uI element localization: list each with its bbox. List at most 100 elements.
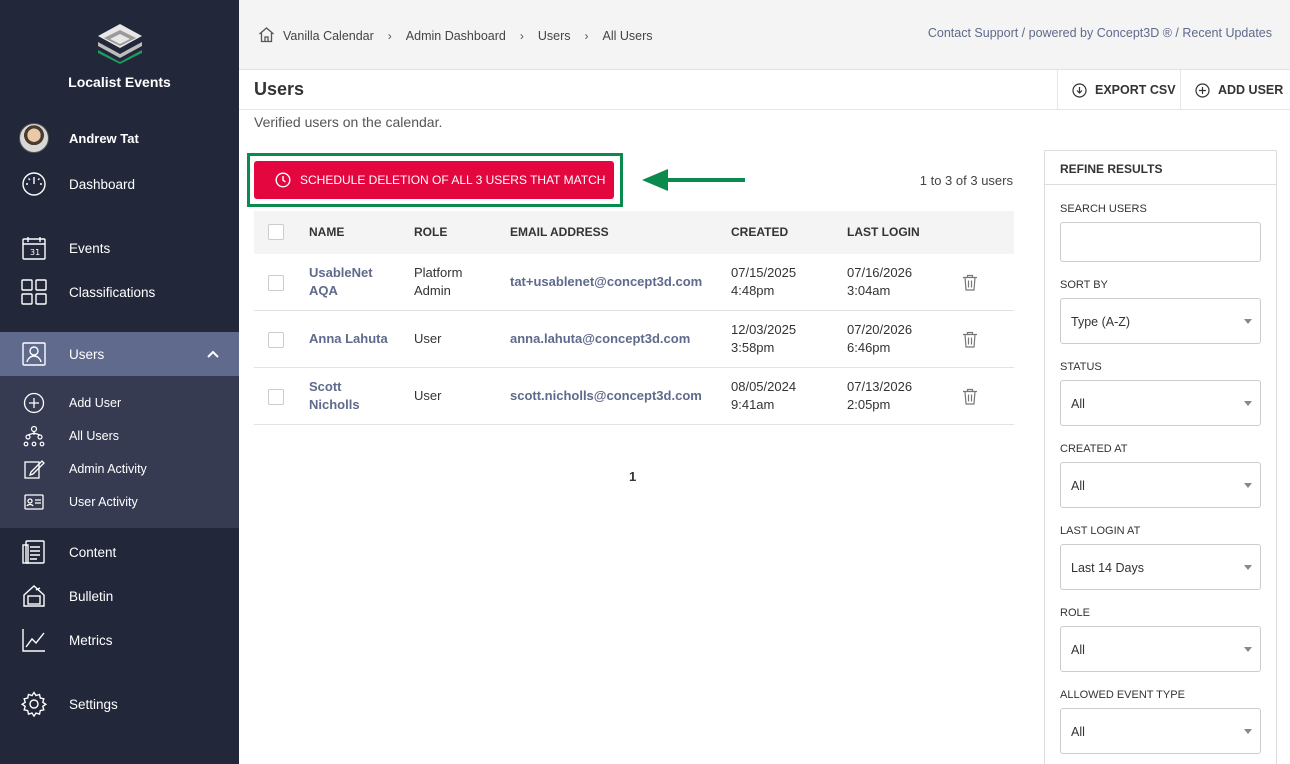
add-user-label: ADD USER [1218,83,1284,97]
sidebar-item-label: Users [69,346,105,362]
subnav-item-user-activity[interactable]: User Activity [0,485,239,518]
brand-name: Localist Events [68,74,171,90]
dropdown-caret-icon [1244,647,1252,652]
page-subtitle: Verified users on the calendar. [254,114,443,130]
sidebar-item-dashboard[interactable]: Dashboard [0,162,239,206]
user-role: Platform Admin [414,264,462,300]
schedule-deletion-label: SCHEDULE DELETION OF ALL 3 USERS THAT MA… [300,173,606,187]
last-login-date: 07/16/2026 3:04am [847,264,912,300]
created-date: 07/15/2025 4:48pm [731,264,796,300]
created-at-label: CREATED AT [1060,443,1128,455]
last-login-date: 07/13/2026 2:05pm [847,378,912,414]
schedule-deletion-button[interactable]: SCHEDULE DELETION OF ALL 3 USERS THAT MA… [254,161,614,199]
row-checkbox[interactable] [268,275,284,291]
user-name: Andrew Tat [69,130,139,146]
column-header-created[interactable]: CREATED [731,225,788,239]
column-header-last-login[interactable]: LAST LOGIN [847,225,920,239]
sidebar: Localist Events Andrew Tat Dashboard 31 … [0,0,239,764]
select-all-checkbox[interactable] [268,224,284,240]
bulletin-icon [21,583,47,609]
sidebar-item-users[interactable]: Users [0,332,239,376]
sidebar-item-label: Events [69,240,111,256]
column-header-name[interactable]: NAME [309,225,344,239]
row-checkbox[interactable] [268,389,284,405]
last-login-date-line: 07/20/2026 [847,322,913,337]
dropdown-caret-icon [1244,565,1252,570]
edit-icon [23,458,45,480]
created-time-line: 3:58pm [731,340,775,355]
created-date: 12/03/2025 3:58pm [731,321,796,357]
sort-by-select[interactable]: Type (A-Z) [1060,298,1261,344]
user-name-line: AQA [309,283,338,298]
arrow-left-icon [642,169,745,191]
column-header-email[interactable]: EMAIL ADDRESS [510,225,609,239]
trash-icon[interactable] [962,274,978,294]
table-row: UsableNet AQA Platform Admin tat+usablen… [254,254,1014,311]
top-bar: Vanilla Calendar › Admin Dashboard › Use… [239,0,1290,70]
sidebar-item-classifications[interactable]: Classifications [0,270,239,314]
user-name-line: Nicholls [309,397,360,412]
avatar [19,123,49,153]
created-date: 08/05/2024 9:41am [731,378,796,414]
breadcrumb-separator: › [519,29,524,43]
clock-icon [275,172,291,188]
user-name-link[interactable]: Scott Nicholls [309,378,360,414]
sidebar-item-metrics[interactable]: Metrics [0,618,239,662]
allowed-event-type-select[interactable]: All [1060,708,1261,754]
breadcrumb-item[interactable]: Admin Dashboard [406,29,506,43]
sidebar-item-bulletin[interactable]: Bulletin [0,574,239,618]
last-login-date-line: 07/16/2026 [847,265,913,280]
last-login-time-line: 2:05pm [847,397,891,412]
export-csv-button[interactable]: EXPORT CSV [1057,70,1180,110]
dropdown-caret-icon [1244,483,1252,488]
users-table: NAME ROLE EMAIL ADDRESS CREATED LAST LOG… [254,211,1014,425]
calendar-icon: 31 [21,235,47,261]
role-label: ROLE [1060,607,1090,619]
user-name-link[interactable]: Anna Lahuta [309,330,388,348]
last-login-at-value: Last 14 Days [1071,561,1144,575]
trash-icon[interactable] [962,388,978,408]
add-user-button[interactable]: ADD USER [1180,70,1290,110]
search-users-input[interactable] [1060,222,1261,262]
sidebar-item-content[interactable]: Content [0,530,239,574]
sidebar-item-events[interactable]: 31 Events [0,226,239,270]
sidebar-item-settings[interactable]: Settings [0,682,239,726]
created-at-value: All [1071,479,1085,493]
sidebar-item-label: Metrics [69,632,113,648]
last-login-time-line: 3:04am [847,283,891,298]
user-email-link[interactable]: anna.lahuta@concept3d.com [510,330,690,348]
breadcrumb-item[interactable]: Vanilla Calendar [283,29,374,43]
brand[interactable]: Localist Events [0,22,239,90]
column-header-role[interactable]: ROLE [414,225,447,239]
id-card-icon [23,491,45,513]
last-login-time-line: 6:46pm [847,340,891,355]
subnav-item-admin-activity[interactable]: Admin Activity [0,452,239,485]
role-select[interactable]: All [1060,626,1261,672]
role-value: All [1071,643,1085,657]
subnav-item-label: Add User [69,395,122,410]
table-row: Anna Lahuta User anna.lahuta@concept3d.c… [254,311,1014,368]
subnav-item-label: Admin Activity [69,461,147,476]
home-icon[interactable] [258,26,275,46]
status-select[interactable]: All [1060,380,1261,426]
user-email-link[interactable]: scott.nicholls@concept3d.com [510,387,702,405]
status-label: STATUS [1060,361,1102,373]
created-time-line: 4:48pm [731,283,775,298]
trash-icon[interactable] [962,331,978,351]
subnav-item-label: User Activity [69,494,138,509]
created-at-select[interactable]: All [1060,462,1261,508]
breadcrumb-item[interactable]: Users [538,29,571,43]
current-user[interactable]: Andrew Tat [0,118,239,158]
sidebar-item-label: Bulletin [69,588,114,604]
localist-logo-icon [95,22,145,64]
pagination-page[interactable]: 1 [629,469,636,484]
top-links[interactable]: Contact Support / powered by Concept3D ®… [928,26,1272,40]
last-login-at-select[interactable]: Last 14 Days [1060,544,1261,590]
subnav-item-add-user[interactable]: Add User [0,386,239,419]
breadcrumb: Vanilla Calendar › Admin Dashboard › Use… [258,26,653,46]
user-email-link[interactable]: tat+usablenet@concept3d.com [510,273,702,291]
download-circle-icon [1072,82,1087,98]
row-checkbox[interactable] [268,332,284,348]
subnav-item-all-users[interactable]: All Users [0,419,239,452]
user-name-link[interactable]: UsableNet AQA [309,264,373,300]
